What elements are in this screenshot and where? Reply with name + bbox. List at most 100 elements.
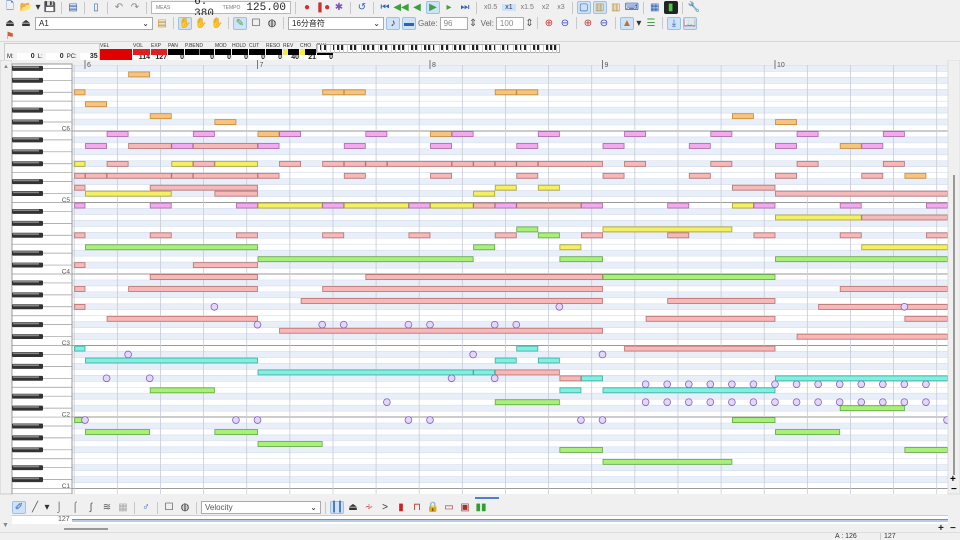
note-g[interactable] [775, 429, 841, 435]
note-p[interactable] [192, 143, 258, 149]
save-icon[interactable]: 💾 [43, 1, 57, 14]
note-m[interactable] [279, 131, 302, 137]
note-g[interactable] [516, 226, 539, 233]
note-o[interactable] [128, 71, 151, 78]
note-p[interactable] [926, 232, 948, 239]
note-p[interactable] [343, 172, 366, 179]
lock-icon[interactable]: 🔒 [426, 501, 440, 514]
drum-note[interactable] [879, 398, 887, 406]
velocity-input[interactable]: 100 [495, 16, 524, 30]
drum-note[interactable] [512, 320, 521, 329]
open-folder-icon[interactable]: 📂 [19, 1, 33, 14]
drum-note[interactable] [339, 320, 348, 329]
rewind-start-icon[interactable]: ⏮ [378, 1, 392, 14]
select-rect-icon[interactable]: ☐ [162, 501, 176, 514]
note-p[interactable] [796, 160, 819, 167]
hand-tool-3-icon[interactable]: ✋ [210, 17, 224, 30]
note-p[interactable] [74, 172, 86, 179]
speed-0.5[interactable]: x0.5 [481, 4, 500, 11]
note-p[interactable] [106, 172, 172, 179]
track-select[interactable]: A1 ⌄ [35, 16, 153, 30]
note-m[interactable] [451, 131, 474, 137]
graph-tool-icon[interactable]: ▦ [116, 501, 130, 514]
note-y[interactable] [602, 226, 733, 233]
note-m[interactable] [624, 131, 647, 137]
note-y[interactable] [559, 244, 582, 251]
dropdown-arrow-icon[interactable]: ▾ [636, 17, 642, 30]
bar-display-icon[interactable]: ┃┃ [330, 501, 344, 514]
eraser-icon[interactable]: ◍ [265, 17, 279, 30]
note-p[interactable] [106, 160, 129, 167]
note-m[interactable] [322, 202, 345, 209]
zoom-out-vertical-icon[interactable]: ⊖ [558, 17, 572, 30]
redo-icon[interactable]: ↷ [128, 1, 142, 14]
dropdown-arrow-icon[interactable]: ▾ [35, 1, 41, 14]
note-p[interactable] [581, 232, 603, 239]
mixer-icon[interactable]: ▦ [648, 1, 662, 14]
note-p[interactable] [473, 202, 496, 209]
note-p[interactable] [537, 160, 603, 167]
note-m[interactable] [839, 202, 862, 209]
note-p[interactable] [602, 172, 625, 179]
note-p[interactable] [322, 232, 345, 239]
note-p[interactable] [128, 286, 258, 292]
speed-2[interactable]: x2 [539, 4, 552, 11]
note-p[interactable] [257, 172, 280, 179]
note-p[interactable] [882, 160, 905, 167]
note-p[interactable] [386, 160, 452, 167]
level-icon[interactable]: ▮ [394, 501, 408, 514]
note-p[interactable] [494, 369, 560, 376]
note-p[interactable] [322, 160, 345, 167]
note-p[interactable] [74, 232, 86, 239]
drum-note[interactable] [922, 380, 930, 389]
note-p[interactable] [408, 232, 431, 239]
drum-note[interactable] [490, 320, 499, 329]
note-g[interactable] [559, 447, 603, 453]
note-p[interactable] [365, 274, 603, 280]
note-m[interactable] [106, 131, 129, 137]
speed-3[interactable]: x3 [554, 4, 567, 11]
note-m[interactable] [365, 131, 388, 137]
note-m[interactable] [494, 202, 517, 209]
note-o[interactable] [731, 113, 754, 120]
controller-select[interactable]: Velocity ⌄ [201, 501, 321, 514]
zoom-out-horizontal-icon[interactable]: ⊖ [597, 17, 611, 30]
note-p[interactable] [904, 315, 948, 322]
drum-note[interactable] [900, 302, 909, 311]
note-o[interactable] [85, 101, 107, 108]
drum-note[interactable] [555, 302, 564, 311]
note-m[interactable] [796, 131, 819, 137]
settings-wrench-icon[interactable]: 🔧 [687, 1, 701, 14]
note-g[interactable] [559, 256, 603, 263]
note-m[interactable] [430, 143, 452, 149]
note-p[interactable] [731, 184, 776, 191]
step-forward-icon[interactable]: ▸ [442, 1, 456, 14]
gate-spinner-icon[interactable]: ⇕ [469, 17, 477, 30]
note-m[interactable] [192, 131, 215, 137]
speed-1[interactable]: x1 [502, 4, 516, 11]
range-icon[interactable]: ⊓ [410, 501, 424, 514]
note-p[interactable] [818, 303, 948, 310]
note-c[interactable] [581, 375, 603, 382]
arc-tool-icon[interactable]: ⌠ [68, 501, 82, 514]
drum-note[interactable] [232, 416, 240, 424]
note-m[interactable] [882, 131, 905, 137]
drum-note[interactable] [426, 416, 434, 424]
track-properties-icon[interactable]: ▤ [155, 17, 169, 30]
note-c[interactable] [74, 345, 86, 352]
horizontal-scrollbar-thumb[interactable] [64, 528, 108, 530]
drum-note[interactable] [728, 398, 736, 406]
midi-device-icon[interactable]: ✱ [332, 1, 346, 14]
piano-roll-view-icon[interactable]: ▢ [576, 1, 591, 14]
drum-note[interactable] [835, 398, 844, 406]
drum-note[interactable] [383, 398, 391, 406]
drum-note[interactable] [792, 398, 801, 406]
window-icon[interactable]: ▭ [442, 501, 456, 514]
note-p[interactable] [839, 232, 862, 239]
note-y[interactable] [537, 184, 560, 191]
note-y[interactable] [74, 160, 86, 167]
note-m[interactable] [710, 131, 733, 137]
drum-note[interactable] [706, 398, 715, 406]
note-p[interactable] [236, 232, 258, 239]
drum-note[interactable] [879, 380, 887, 389]
